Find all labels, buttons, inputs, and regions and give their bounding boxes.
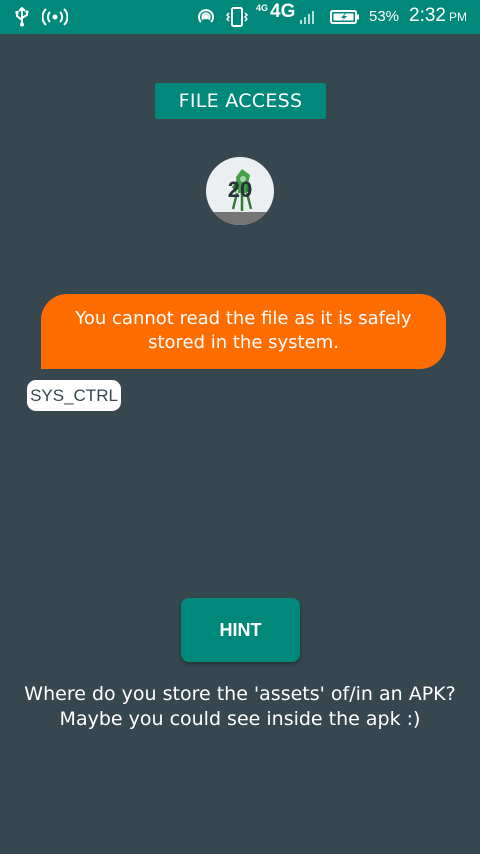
battery-percentage: 53% — [369, 8, 400, 25]
sync-icon — [196, 0, 216, 34]
page-title: FILE ACCESS — [155, 83, 326, 119]
message-text: You cannot read the file as it is safely… — [75, 308, 412, 353]
sender-label: SYS_CTRL — [27, 380, 121, 411]
status-bar: 4G 4G 53% 2:32 PM — [0, 0, 480, 34]
level-number: 20 — [227, 177, 253, 202]
hint-text: Where do you store the 'assets' of/in an… — [24, 683, 456, 730]
clock-am-pm: PM — [448, 10, 467, 24]
clock-time: 2:32 — [409, 5, 446, 26]
vibrate-icon — [226, 0, 248, 34]
network-type-label: 4G — [270, 1, 296, 22]
battery-charging-icon — [330, 0, 360, 34]
signal-icon — [298, 0, 320, 34]
message-bubble: You cannot read the file as it is safely… — [41, 294, 446, 369]
clock: 2:32 PM — [409, 5, 467, 27]
app-screen: 4G 4G 53% 2:32 PM FILE ACCESS 20 You can… — [0, 0, 480, 854]
hotspot-icon — [42, 0, 70, 34]
network-type-superscript: 4G — [256, 3, 269, 13]
hint-button[interactable]: HINT — [181, 598, 300, 662]
usb-icon — [14, 0, 34, 34]
avatar: 20 — [206, 157, 274, 225]
